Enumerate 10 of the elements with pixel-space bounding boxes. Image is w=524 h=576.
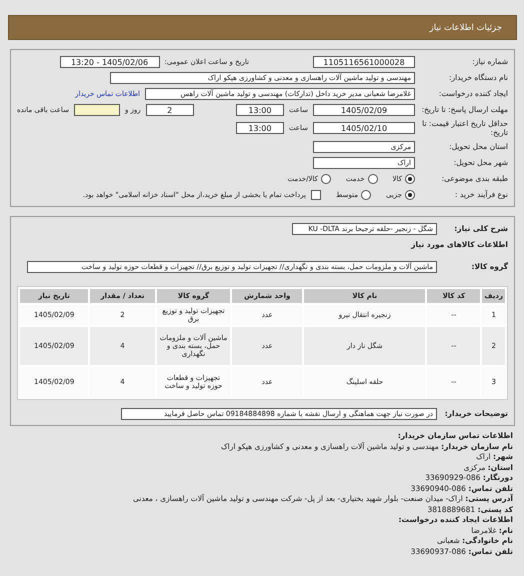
value-field <box>74 104 120 116</box>
page-header: جزئیات اطلاعات نیاز <box>8 15 517 40</box>
value-field: 13:00 <box>236 104 284 116</box>
value-field: 1405/02/10 <box>313 122 415 134</box>
value-field: 2 <box>146 104 194 116</box>
value-field: 1405/02/06 - 13:20 <box>60 56 160 68</box>
value-field: 1405/02/09 <box>313 104 415 116</box>
value-field: 1105116561000028 <box>313 56 415 68</box>
checkbox[interactable] <box>311 190 322 200</box>
value-field: 13:00 <box>236 122 284 134</box>
